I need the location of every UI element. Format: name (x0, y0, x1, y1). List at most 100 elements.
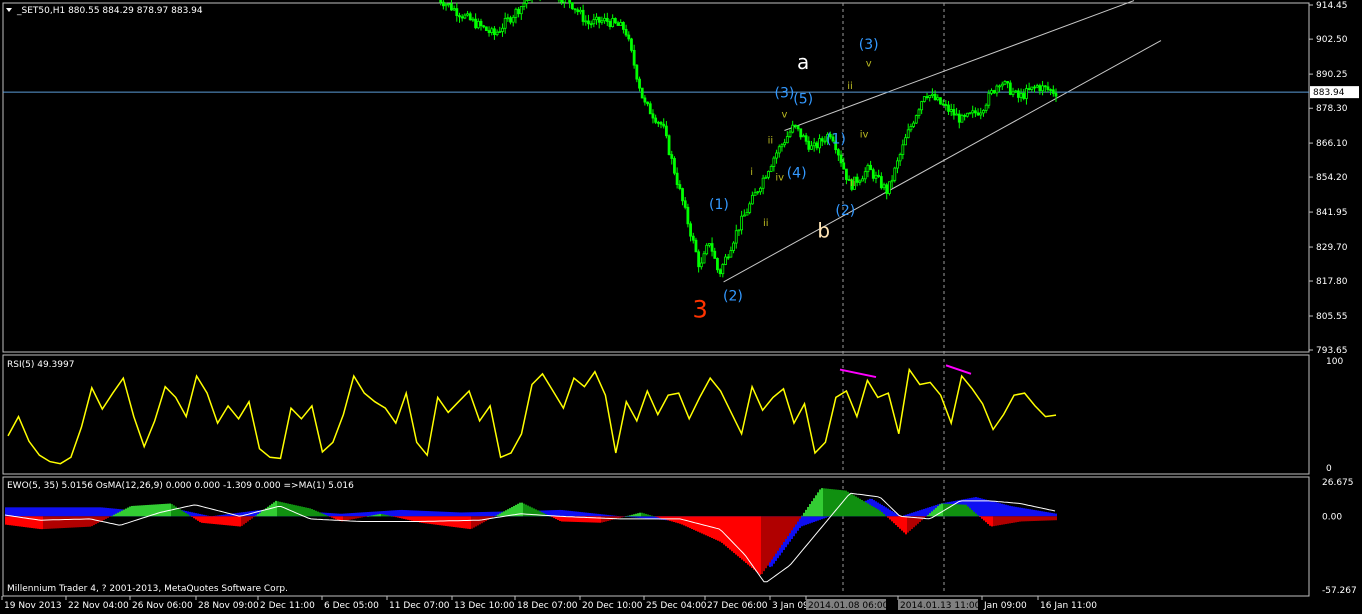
candle (705, 243, 709, 256)
candle-body (820, 138, 824, 142)
osma-bar (825, 516, 827, 518)
candle-body (447, 3, 451, 6)
ewo-bar (677, 516, 679, 524)
osma-bar (911, 512, 913, 517)
ewo-bar (361, 516, 363, 518)
ewo-bar (45, 516, 47, 529)
ewo-bar (69, 516, 71, 528)
candle-body (885, 184, 889, 194)
candle-body (579, 9, 582, 13)
symbol-ohlc-label: _SET50,H1 880.55 884.29 878.97 883.94 (16, 6, 203, 16)
candle-body (1027, 88, 1031, 90)
osma-bar (1009, 505, 1011, 517)
candle-body (519, 6, 523, 15)
osma-bar (919, 510, 921, 517)
ewo-bar (407, 516, 409, 520)
price-tick-label: 866.10 (1316, 139, 1348, 149)
osma-bar (367, 512, 369, 517)
ewo-bar (239, 516, 241, 527)
ewo-bar (161, 504, 163, 517)
osma-bar (587, 512, 589, 517)
candle-body (917, 109, 921, 116)
osma-bar (29, 507, 31, 517)
osma-bar (469, 512, 471, 517)
ewo-bar (827, 488, 829, 517)
ewo-bar (645, 513, 647, 517)
candle-body (925, 96, 929, 99)
osma-bar (45, 507, 47, 517)
time-tick-label: 16 Jan 11:00 (1040, 601, 1097, 611)
ewo-bar (649, 515, 651, 517)
candle-body (804, 135, 808, 142)
candle-body (1035, 85, 1039, 88)
osma-bar (1003, 504, 1005, 517)
osma-bar (103, 507, 105, 517)
osma-bar (581, 512, 583, 517)
candle-body (858, 180, 862, 183)
candle-body (627, 34, 631, 40)
ewo-bar (1015, 516, 1017, 523)
ewo-bar (835, 489, 837, 517)
osma-bar (333, 513, 335, 517)
ewo-bar (455, 516, 457, 528)
osma-bar (19, 507, 21, 517)
osma-bar (601, 514, 603, 517)
candle (673, 156, 676, 176)
osma-bar (471, 512, 473, 517)
time-tick-label: 22 Nov 04:00 (68, 601, 129, 611)
osma-bar (201, 514, 203, 517)
candle-body (659, 122, 663, 125)
osma-bar (47, 507, 49, 517)
wave-label: iv (860, 130, 869, 141)
candle-body (753, 192, 757, 196)
osma-bar (23, 507, 25, 517)
ewo-bar (43, 516, 45, 530)
candle-body (697, 251, 701, 268)
osma-bar (245, 511, 247, 517)
ewo-bar (773, 516, 775, 557)
ewo-bar (283, 502, 285, 517)
ewo-bar (91, 516, 93, 527)
mt4-chart[interactable]: 3(1)(2)iiiiiiv(3)v(4)(5)ab(1)(2)iiivii(3… (0, 0, 1362, 614)
time-tick-label: 28 Nov 09:00 (198, 601, 259, 611)
ewo-bar (881, 512, 883, 517)
ewo-bar (897, 516, 899, 527)
osma-bar (95, 507, 97, 517)
osma-bar (489, 511, 491, 517)
osma-bar (459, 512, 461, 517)
osma-bar (585, 512, 587, 517)
ewo-bar (1023, 516, 1025, 522)
ewo-bar (323, 514, 325, 517)
ewo-bar (683, 516, 685, 526)
ewo-bar (1047, 516, 1049, 521)
time-tick-label: 6 Dec 05:00 (324, 601, 379, 611)
osma-bar (595, 513, 597, 517)
ewo-bar (637, 513, 639, 517)
ewo-bar (659, 516, 661, 518)
ewo-bar (225, 516, 227, 526)
candle-body (689, 223, 692, 237)
osma-bar (401, 509, 403, 517)
time-tick-label: 27 Dec 06:00 (707, 601, 768, 611)
time-tick-label: 13 Dec 10:00 (454, 601, 515, 611)
ewo-bar (241, 516, 243, 526)
osma-bar (993, 501, 995, 517)
candle (686, 203, 690, 228)
ewo-bar (123, 509, 125, 517)
ewo-bar (995, 516, 997, 526)
candle-body (501, 27, 504, 32)
candle-body (888, 181, 891, 194)
ewo-bar (499, 513, 501, 517)
ewo-bar (893, 516, 895, 524)
ewo-bar (1045, 516, 1047, 521)
osma-bar (613, 515, 615, 517)
wave-label: ii (768, 135, 774, 146)
ewo-bar (257, 514, 259, 517)
ewo-bar (955, 504, 957, 517)
ewo-bar (863, 501, 865, 517)
osma-bar (487, 511, 489, 517)
candle-body (777, 146, 781, 154)
candle-body (947, 104, 950, 112)
candle-body (984, 104, 988, 111)
osma-bar (455, 512, 457, 517)
